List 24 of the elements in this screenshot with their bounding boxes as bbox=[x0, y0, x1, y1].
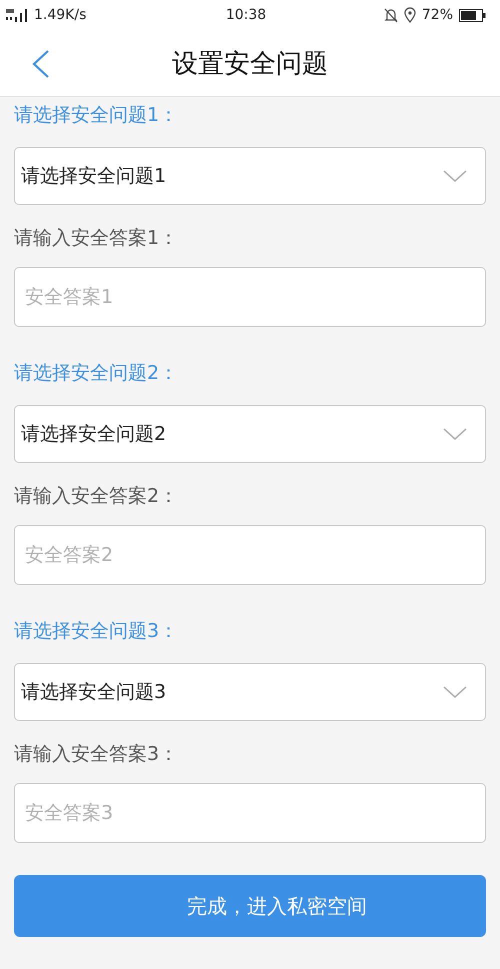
chevron-down-icon bbox=[443, 686, 467, 698]
answer-label: 请输入安全答案3： bbox=[14, 742, 180, 767]
question-label: 请选择安全问题2： bbox=[14, 361, 180, 386]
status-time: 10:38 bbox=[226, 7, 266, 23]
answer-field[interactable]: 安全答案1 bbox=[14, 267, 486, 327]
battery-icon bbox=[459, 8, 486, 22]
back-icon[interactable] bbox=[32, 50, 50, 78]
question-label: 请选择安全问题3： bbox=[14, 619, 180, 644]
network-speed: 1.49K/s bbox=[34, 7, 86, 23]
question-dropdown[interactable]: 请选择安全问题2 bbox=[14, 405, 486, 463]
answer-label: 请输入安全答案2： bbox=[14, 484, 180, 509]
battery-percent: 72% bbox=[422, 7, 454, 23]
chevron-down-icon bbox=[443, 428, 467, 440]
question-dropdown[interactable]: 请选择安全问题3 bbox=[14, 663, 486, 721]
location-icon bbox=[404, 7, 416, 23]
chevron-down-icon bbox=[443, 170, 467, 182]
answer-field[interactable]: 安全答案3 bbox=[14, 783, 486, 843]
signal-icon bbox=[6, 7, 30, 23]
answer-field[interactable]: 安全答案2 bbox=[14, 525, 486, 585]
question-label: 请选择安全问题1： bbox=[14, 103, 180, 128]
bell-off-icon bbox=[384, 7, 398, 23]
page-title: 设置安全问题 bbox=[172, 48, 328, 80]
question-dropdown[interactable]: 请选择安全问题1 bbox=[14, 147, 486, 205]
answer-label: 请输入安全答案1： bbox=[14, 226, 180, 251]
